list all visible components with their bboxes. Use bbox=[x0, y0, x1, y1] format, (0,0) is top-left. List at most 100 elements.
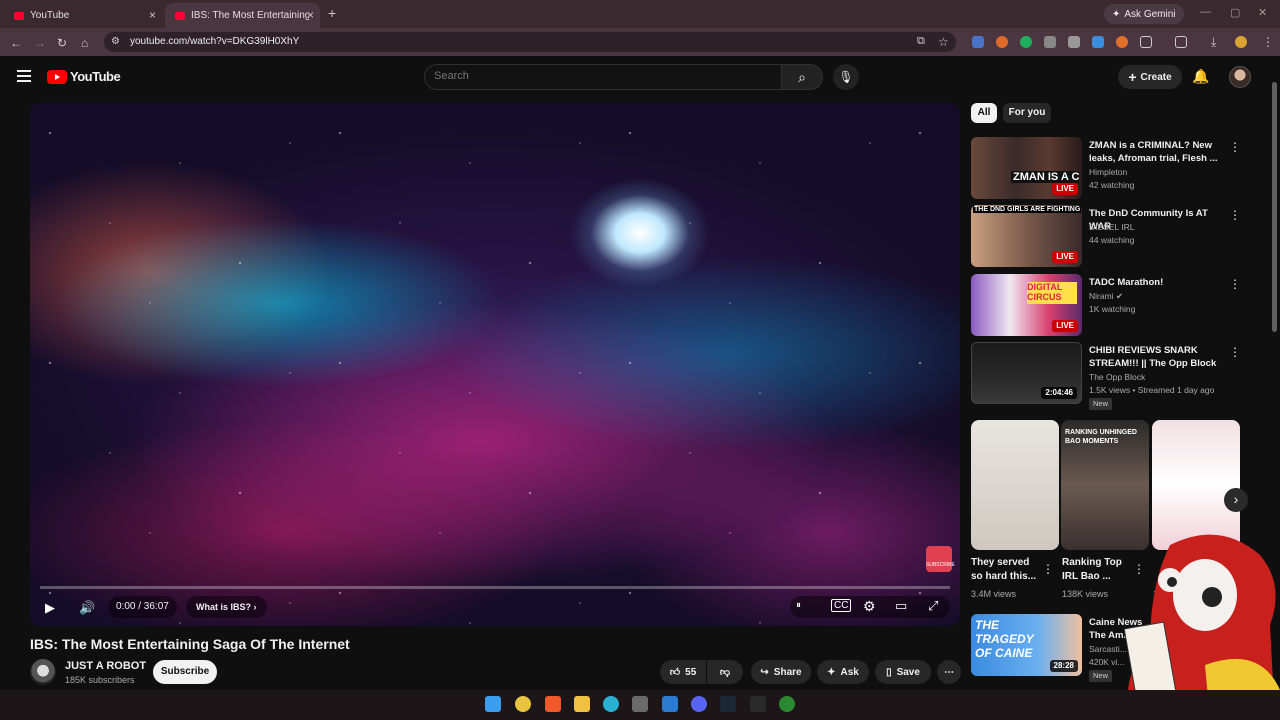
notifications-bell-icon[interactable]: 🔔 bbox=[1192, 68, 1209, 85]
settings-gear-icon[interactable]: ⚙ bbox=[863, 598, 876, 615]
more-actions-button[interactable]: ⋯ bbox=[937, 660, 961, 684]
download-icon[interactable]: ⤓ bbox=[1211, 35, 1216, 50]
channel-name[interactable]: JUST A ROBOT bbox=[65, 660, 146, 672]
sparkle-icon: ✦ bbox=[1112, 8, 1121, 20]
fullscreen-icon[interactable]: ⤢ bbox=[928, 598, 938, 614]
bookmark-star-icon[interactable]: ☆ bbox=[938, 35, 949, 49]
maximize-icon[interactable]: ▢ bbox=[1230, 6, 1240, 19]
extensions-puzzle-icon[interactable] bbox=[1140, 36, 1152, 48]
recommended-video[interactable]: ZMAN IS A CRIMI LIVE ZMAN is a CRIMINAL?… bbox=[971, 137, 1261, 201]
progress-bar[interactable] bbox=[40, 586, 950, 589]
youtube-logo[interactable]: YouTube bbox=[47, 69, 121, 84]
subscribe-watermark[interactable]: SUBSCRIBE bbox=[926, 546, 955, 572]
short-views: 3.4M views bbox=[971, 589, 1017, 599]
minimize-icon[interactable]: — bbox=[1200, 6, 1211, 18]
theater-mode-icon[interactable]: ▭ bbox=[895, 598, 907, 614]
create-button[interactable]: + Create bbox=[1118, 65, 1182, 89]
page-scrollbar[interactable] bbox=[1270, 70, 1278, 670]
voice-search-button[interactable]: 🎙 bbox=[833, 64, 859, 90]
windows-start-icon[interactable] bbox=[485, 696, 501, 712]
extension-icon[interactable] bbox=[996, 36, 1008, 48]
store-icon[interactable] bbox=[632, 696, 648, 712]
more-vertical-icon[interactable]: ⋮ bbox=[1229, 277, 1241, 291]
profile-icon[interactable] bbox=[1235, 36, 1247, 48]
install-app-icon[interactable]: ⧉ bbox=[917, 35, 925, 48]
browser-tab-active[interactable]: IBS: The Most Entertaining Saga × bbox=[165, 3, 320, 28]
rec-channel[interactable]: DIESEL IRL bbox=[1089, 222, 1135, 232]
chip-for-you[interactable]: For you bbox=[1003, 103, 1051, 123]
subscribe-button[interactable]: Subscribe bbox=[153, 660, 217, 684]
chapter-button[interactable]: What is IBS? › bbox=[186, 596, 267, 618]
account-avatar[interactable] bbox=[1229, 66, 1251, 88]
url-text[interactable]: youtube.com/watch?v=DKG39lH0XhY bbox=[130, 36, 299, 47]
recommended-video[interactable]: DIGITAL CIRCUS LIVE TADC Marathon! Niram… bbox=[971, 274, 1261, 338]
xbox-icon[interactable] bbox=[779, 696, 795, 712]
more-vertical-icon[interactable]: ⋮ bbox=[1042, 562, 1054, 576]
more-vertical-icon[interactable]: ⋮ bbox=[1229, 140, 1241, 154]
dislike-button[interactable]: 👎︎ bbox=[707, 660, 743, 684]
cast-icon[interactable] bbox=[1175, 36, 1187, 48]
subscriber-count: 185K subscribers bbox=[65, 675, 135, 685]
browser-menu-icon[interactable]: ⋮ bbox=[1262, 35, 1274, 49]
file-explorer-icon[interactable] bbox=[574, 696, 590, 712]
close-window-icon[interactable]: ✕ bbox=[1258, 6, 1267, 19]
close-tab-icon[interactable]: × bbox=[149, 8, 156, 22]
more-vertical-icon[interactable]: ⋮ bbox=[1229, 208, 1241, 222]
extension-icon[interactable] bbox=[1068, 36, 1080, 48]
chip-all[interactable]: All bbox=[971, 103, 997, 123]
extension-icon[interactable] bbox=[1044, 36, 1056, 48]
ask-gemini-button[interactable]: ✦ Ask Gemini bbox=[1104, 4, 1184, 24]
captions-icon[interactable]: CC bbox=[831, 599, 852, 612]
video-thumbnail: THE TRAGEDY OF CAINE 28:28 bbox=[971, 614, 1082, 676]
share-button[interactable]: ↪ Share bbox=[751, 660, 811, 684]
autoplay-toggle-icon[interactable]: ⏸ bbox=[796, 600, 801, 611]
live-badge: LIVE bbox=[1052, 183, 1078, 195]
extension-icon[interactable] bbox=[972, 36, 984, 48]
short-title[interactable]: They served so hard this... bbox=[971, 556, 1043, 584]
epic-games-icon[interactable] bbox=[750, 696, 766, 712]
rec-channel[interactable]: Himpleton bbox=[1089, 167, 1127, 177]
like-button[interactable]: 👍︎ 55 bbox=[660, 660, 706, 684]
video-thumbnail: DIGITAL CIRCUS LIVE bbox=[971, 274, 1082, 336]
youtube-play-logo-icon bbox=[47, 69, 67, 84]
time-display: 0:00 / 36:07 bbox=[108, 596, 177, 618]
ask-button[interactable]: ✦ Ask bbox=[817, 660, 869, 684]
grammarly-icon[interactable] bbox=[1020, 36, 1032, 48]
steam-icon[interactable] bbox=[720, 696, 736, 712]
channel-avatar[interactable] bbox=[30, 659, 56, 685]
shorts-next-button[interactable]: › bbox=[1224, 488, 1248, 512]
browser-tab-youtube[interactable]: YouTube × bbox=[4, 3, 162, 28]
save-button[interactable]: ▯ Save bbox=[875, 660, 931, 684]
search-button[interactable]: ⌕ bbox=[781, 64, 823, 90]
short-thumbnail[interactable] bbox=[971, 420, 1059, 550]
forward-icon[interactable]: → bbox=[34, 36, 46, 50]
rec-channel[interactable]: The Opp Block bbox=[1089, 372, 1145, 382]
youtube-favicon-icon bbox=[175, 11, 185, 20]
chrome-icon[interactable] bbox=[515, 696, 531, 712]
more-vertical-icon[interactable]: ⋮ bbox=[1229, 345, 1241, 359]
rec-channel[interactable]: Nirami ✔ bbox=[1089, 291, 1123, 302]
video-player[interactable] bbox=[30, 103, 960, 626]
new-badge: New bbox=[1089, 398, 1113, 410]
rec-title[interactable]: TADC Marathon! bbox=[1089, 276, 1219, 289]
close-tab-icon[interactable]: × bbox=[307, 8, 314, 22]
extension-icon[interactable] bbox=[1092, 36, 1104, 48]
home-icon[interactable]: ⌂ bbox=[81, 36, 88, 50]
search-input[interactable] bbox=[434, 70, 734, 82]
play-icon[interactable]: ▶ bbox=[45, 600, 55, 616]
extension-icon[interactable] bbox=[1116, 36, 1128, 48]
volume-icon[interactable]: 🔊 bbox=[79, 600, 95, 616]
back-icon[interactable]: ← bbox=[10, 36, 22, 50]
rec-title[interactable]: CHIBI REVIEWS SNARK STREAM!!! || The Opp… bbox=[1089, 344, 1219, 370]
outlook-icon[interactable] bbox=[662, 696, 678, 712]
recommended-video[interactable]: 2:04:46 CHIBI REVIEWS SNARK STREAM!!! ||… bbox=[971, 342, 1261, 410]
brave-icon[interactable] bbox=[545, 696, 561, 712]
new-tab-icon[interactable]: + bbox=[328, 5, 336, 21]
edge-icon[interactable] bbox=[603, 696, 619, 712]
discord-icon[interactable] bbox=[691, 696, 707, 712]
hamburger-menu-icon[interactable] bbox=[17, 70, 31, 85]
recommended-video[interactable]: THE DND GIRLS ARE FIGHTING LIVE The DnD … bbox=[971, 205, 1261, 269]
site-info-icon[interactable]: ⚙ bbox=[111, 36, 120, 47]
reload-icon[interactable]: ↻ bbox=[57, 36, 67, 50]
rec-title[interactable]: ZMAN is a CRIMINAL? New leaks, Afroman t… bbox=[1089, 139, 1219, 165]
